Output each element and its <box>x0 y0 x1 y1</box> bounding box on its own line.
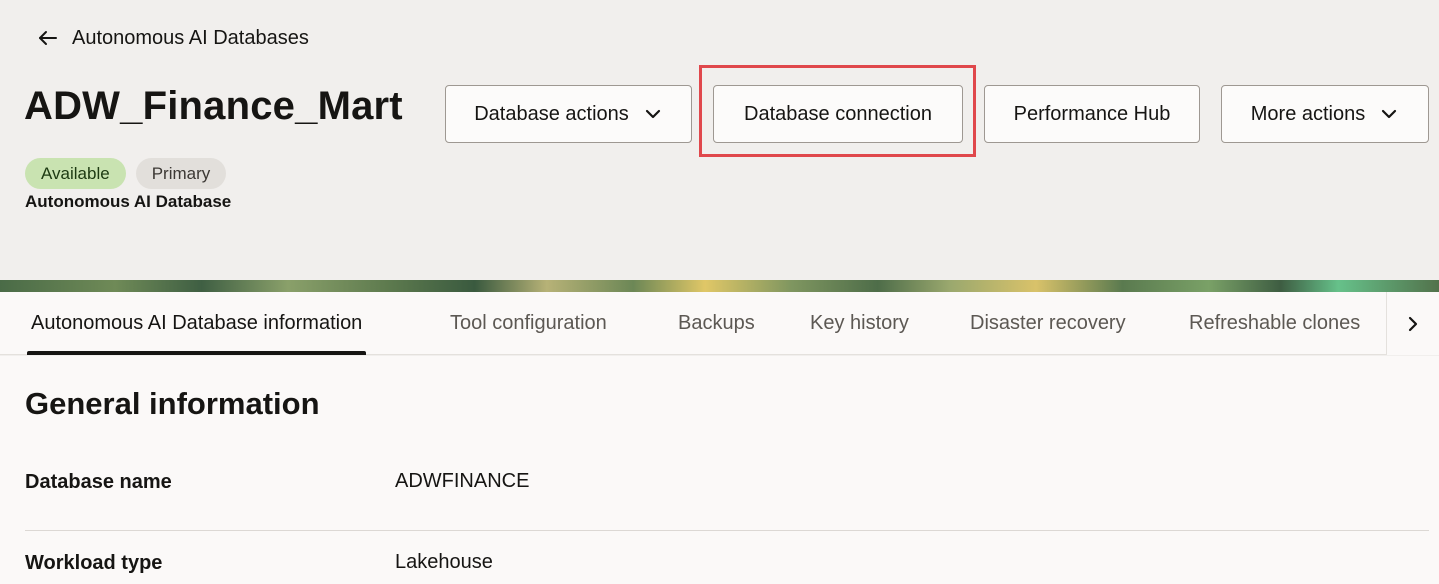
tab-refreshable-clones[interactable]: Refreshable clones <box>1189 292 1360 355</box>
field-value-workload-type: Lakehouse <box>395 551 493 573</box>
status-badge-primary: Primary <box>135 158 227 189</box>
field-label-database-name: Database name <box>25 471 172 493</box>
back-link[interactable]: Autonomous AI Databases <box>36 26 309 50</box>
database-actions-button[interactable]: Database actions <box>445 85 692 143</box>
chevron-down-icon <box>645 109 660 119</box>
row-divider <box>25 530 1429 531</box>
database-actions-label: Database actions <box>474 102 629 125</box>
section-title: General information <box>25 386 320 421</box>
status-badges: Available Primary <box>25 158 227 189</box>
page-header: Autonomous AI Databases ADW_Finance_Mart… <box>0 0 1439 280</box>
main-content: General information Database name ADWFIN… <box>0 356 1439 584</box>
tab-tool-configuration[interactable]: Tool configuration <box>450 292 607 355</box>
field-value-database-name: ADWFINANCE <box>395 470 530 492</box>
more-actions-label: More actions <box>1250 102 1366 125</box>
tab-bar: Autonomous AI Database information Tool … <box>0 292 1439 355</box>
tab-key-history[interactable]: Key history <box>810 292 909 355</box>
decorative-banner <box>0 280 1439 292</box>
status-badge-available: Available <box>25 158 126 189</box>
database-connection-label: Database connection <box>744 102 932 125</box>
page-title: ADW_Finance_Mart <box>24 84 403 128</box>
tab-autonomous-ai-database-information[interactable]: Autonomous AI Database information <box>26 292 367 355</box>
chevron-right-icon <box>1408 316 1418 331</box>
tab-disaster-recovery[interactable]: Disaster recovery <box>970 292 1126 355</box>
arrow-left-icon <box>39 31 57 45</box>
tab-backups[interactable]: Backups <box>678 292 755 355</box>
tab-scroll-next-button[interactable] <box>1386 292 1439 355</box>
more-actions-button[interactable]: More actions <box>1221 85 1429 143</box>
resource-type-label: Autonomous AI Database <box>25 192 232 211</box>
performance-hub-label: Performance Hub <box>1013 102 1171 125</box>
back-link-label[interactable]: Autonomous AI Databases <box>72 27 309 50</box>
performance-hub-button[interactable]: Performance Hub <box>984 85 1200 143</box>
field-label-workload-type: Workload type <box>25 552 163 574</box>
database-connection-button[interactable]: Database connection <box>713 85 963 143</box>
chevron-down-icon <box>1382 109 1397 119</box>
